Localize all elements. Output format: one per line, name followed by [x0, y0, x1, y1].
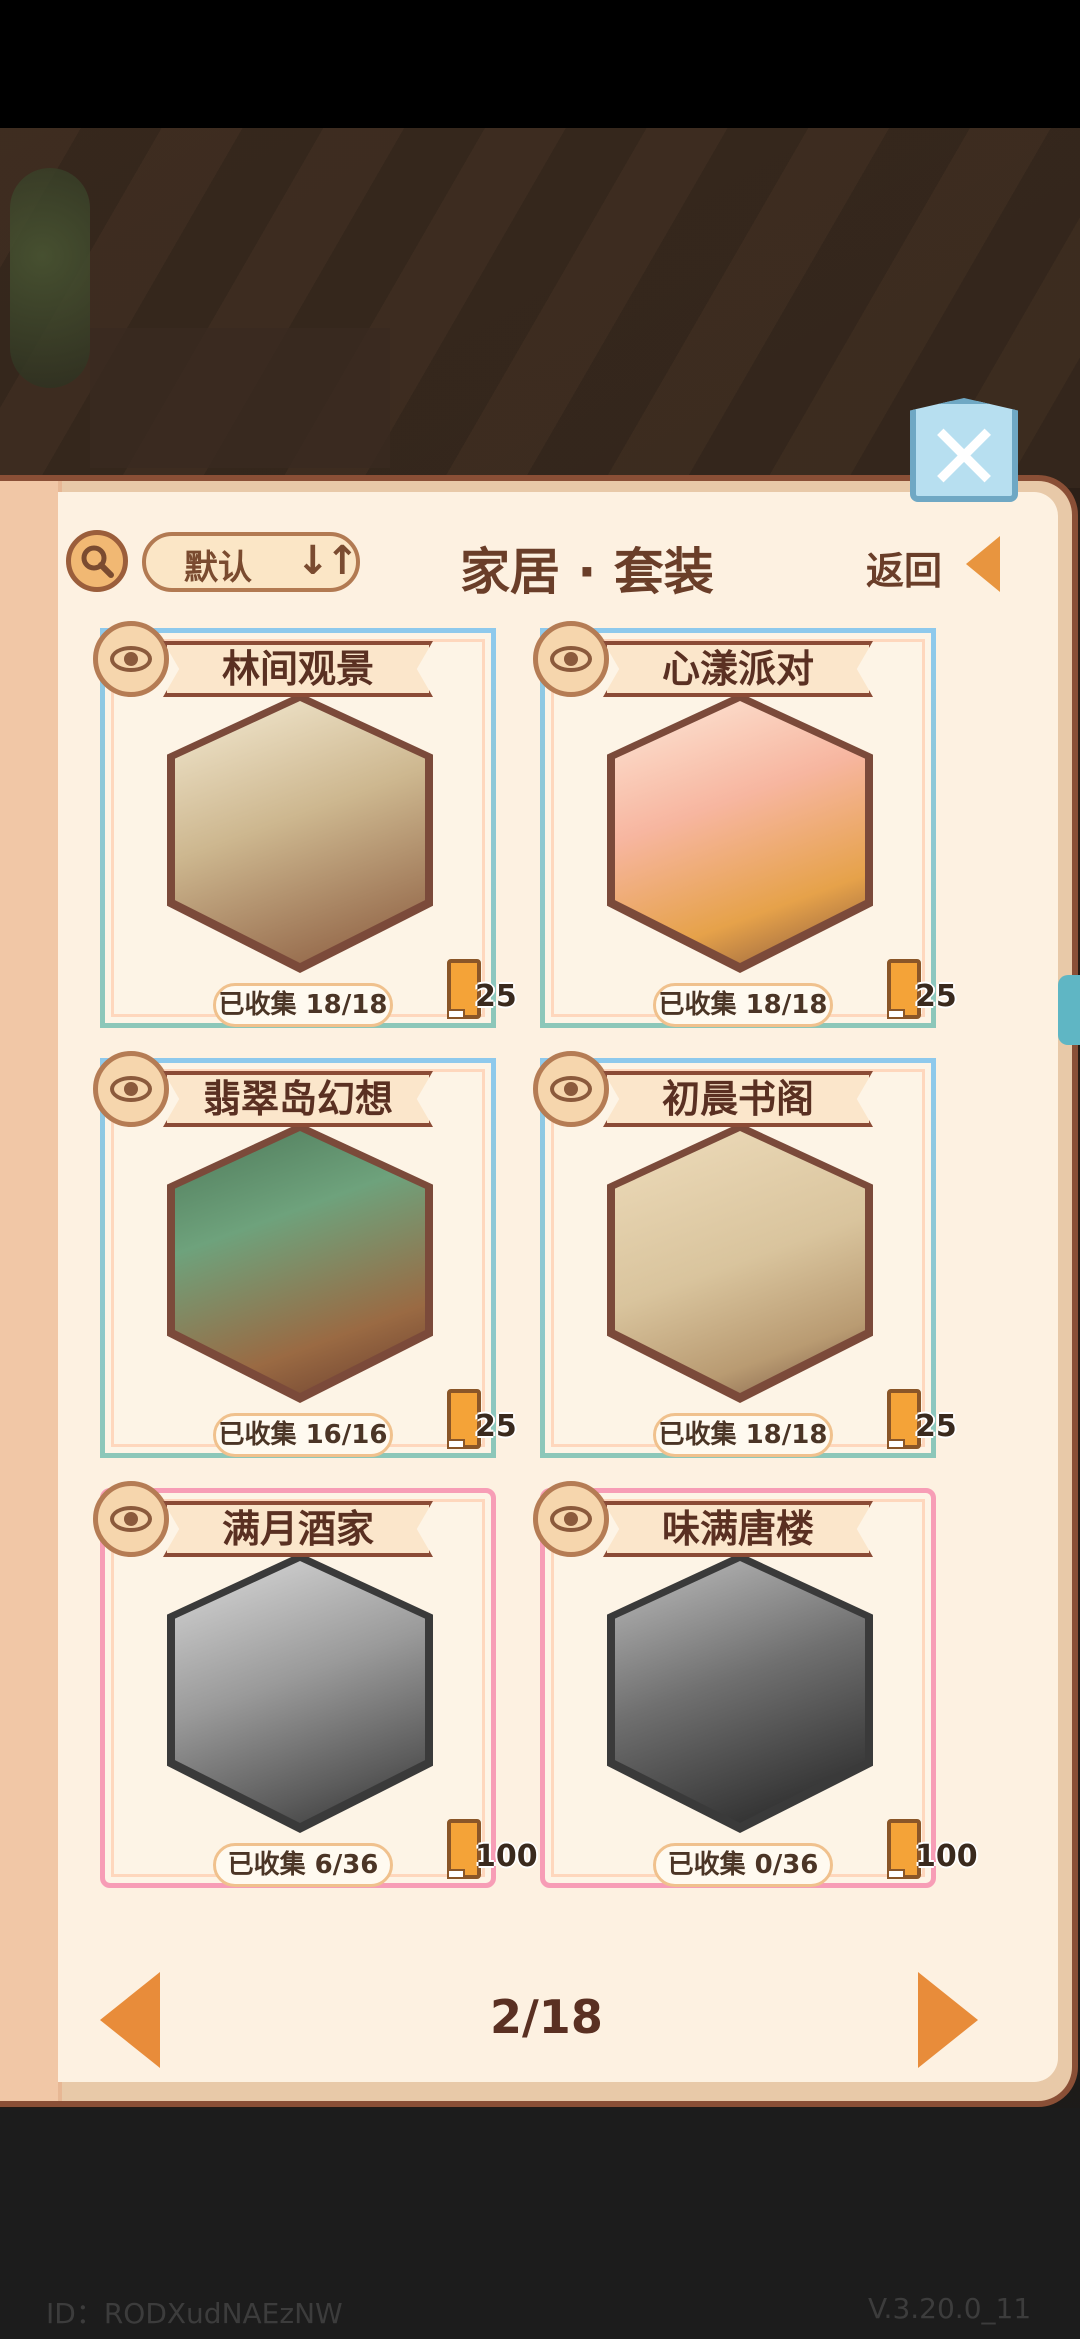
- set-name-banner: 满月酒家: [163, 1501, 433, 1557]
- set-name: 味满唐楼: [661, 1507, 814, 1551]
- set-name-banner: 翡翠岛幻想: [163, 1071, 433, 1127]
- backdrop-plant: [10, 168, 90, 388]
- player-id: ID：RODXudNAEzNW: [46, 2297, 343, 2330]
- set-card[interactable]: 满月酒家 已收集 6/36 100: [93, 1481, 538, 1888]
- back-arrow-icon[interactable]: [966, 536, 1000, 592]
- set-card[interactable]: 味满唐楼 已收集 0/36 100: [533, 1481, 978, 1888]
- reward-count: 100: [475, 1839, 538, 1874]
- set-card[interactable]: 初晨书阁 已收集 18/18 25: [533, 1051, 957, 1458]
- collection-progress: 已收集 6/36: [213, 1843, 393, 1887]
- eye-icon[interactable]: [533, 1051, 609, 1127]
- collection-progress: 已收集 16/16: [213, 1413, 393, 1457]
- next-page-button[interactable]: [918, 1972, 978, 2068]
- backdrop-shelf: [90, 328, 390, 468]
- reward-count: 25: [915, 979, 957, 1014]
- set-card[interactable]: 翡翠岛幻想 已收集 16/16 25: [93, 1051, 517, 1458]
- back-button[interactable]: 返回: [866, 540, 942, 595]
- book-spine: [0, 481, 62, 2101]
- set-name-banner: 心漾派对: [603, 641, 873, 697]
- sort-order-icon: ↓↑: [296, 538, 359, 584]
- top-status-bar: [0, 0, 1080, 128]
- sort-label: 默认: [184, 548, 252, 588]
- reward-count: 100: [915, 1839, 978, 1874]
- set-name-banner: 味满唐楼: [603, 1501, 873, 1557]
- eye-icon[interactable]: [533, 1481, 609, 1557]
- page-title: 家居 · 套装: [460, 543, 714, 601]
- reward-count: 25: [915, 1409, 957, 1444]
- page-indicator: 2/18: [490, 1990, 603, 2044]
- prev-page-button[interactable]: [100, 1972, 160, 2068]
- eye-icon[interactable]: [93, 1481, 169, 1557]
- collection-progress: 已收集 18/18: [213, 983, 393, 1027]
- close-button[interactable]: ✕: [910, 398, 1018, 502]
- eye-icon[interactable]: [533, 621, 609, 697]
- set-name: 心漾派对: [661, 647, 814, 691]
- side-tab[interactable]: [1058, 975, 1080, 1045]
- set-card[interactable]: 心漾派对 已收集 18/18 25: [533, 621, 957, 1028]
- set-name: 林间观景: [221, 647, 374, 691]
- search-button[interactable]: [66, 530, 128, 592]
- set-name: 翡翠岛幻想: [202, 1077, 393, 1121]
- collection-progress: 已收集 0/36: [653, 1843, 833, 1887]
- app-version: V.3.20.0_11: [868, 2292, 1032, 2325]
- set-card[interactable]: 林间观景 已收集 18/18 25: [93, 621, 517, 1028]
- set-name-banner: 初晨书阁: [603, 1071, 873, 1127]
- collection-progress: 已收集 18/18: [653, 1413, 833, 1457]
- eye-icon[interactable]: [93, 1051, 169, 1127]
- set-name: 满月酒家: [221, 1507, 374, 1551]
- collection-progress: 已收集 18/18: [653, 983, 833, 1027]
- set-name-banner: 林间观景: [163, 641, 433, 697]
- reward-count: 25: [475, 1409, 517, 1444]
- set-name: 初晨书阁: [661, 1077, 814, 1121]
- close-x-icon: ✕: [925, 404, 1003, 511]
- reward-count: 25: [475, 979, 517, 1014]
- magnifier-icon: [81, 545, 114, 578]
- eye-icon[interactable]: [93, 621, 169, 697]
